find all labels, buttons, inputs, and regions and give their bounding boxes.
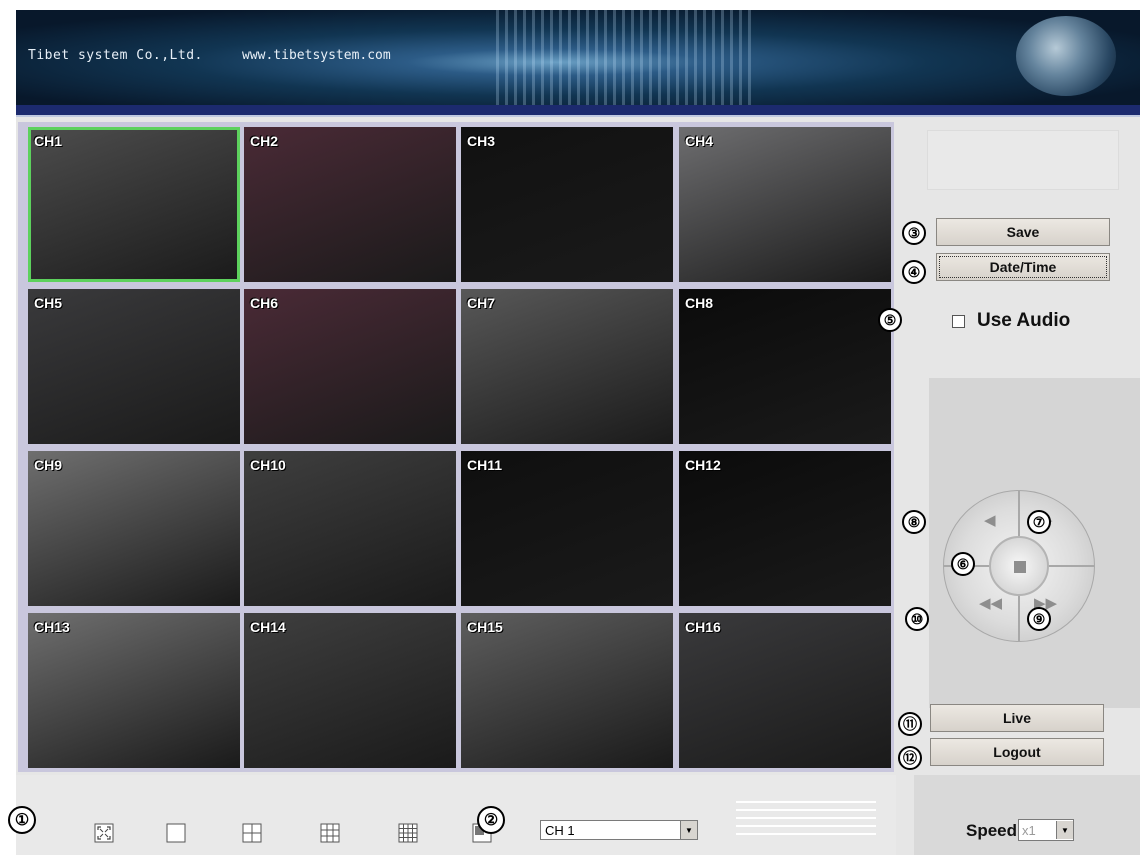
- stop-icon: [1014, 561, 1026, 573]
- channel-label: CH8: [685, 295, 714, 311]
- channel-label: CH6: [250, 295, 279, 311]
- channel-tile-ch13[interactable]: CH13: [28, 613, 240, 768]
- company-website: www.tibetsystem.com: [242, 48, 391, 63]
- quad-layout-icon[interactable]: [242, 823, 262, 843]
- channel-label: CH9: [34, 457, 63, 473]
- channel-tile-ch1[interactable]: CH1: [28, 127, 240, 282]
- channel-tile-ch2[interactable]: CH2: [244, 127, 456, 282]
- channel-label: CH10: [250, 457, 286, 473]
- globe-graphic: [1016, 16, 1116, 96]
- marker-12: ⑫: [898, 746, 922, 770]
- channel-tile-ch5[interactable]: CH5: [28, 289, 240, 444]
- use-audio-control[interactable]: Use Audio: [952, 310, 1070, 332]
- bottom-toolbar: CH 1 ▼ Speed x1 ▼: [16, 775, 1140, 855]
- marker-7: ⑦: [1027, 510, 1051, 534]
- channel-label: CH4: [685, 133, 714, 149]
- channel-tile-ch16[interactable]: CH16: [679, 613, 891, 768]
- marker-8: ⑧: [902, 510, 926, 534]
- speed-label: Speed: [966, 821, 1018, 840]
- marker-3: ③: [902, 221, 926, 245]
- marker-9: ⑨: [1027, 607, 1051, 631]
- live-button[interactable]: Live: [930, 704, 1104, 732]
- save-button[interactable]: Save: [936, 218, 1110, 246]
- channel-label: CH11: [467, 457, 503, 473]
- use-audio-label: Use Audio: [977, 310, 1071, 331]
- header-banner: Tibet system Co.,Ltd. www.tibetsystem.co…: [16, 10, 1140, 105]
- channel-tile-ch9[interactable]: CH9: [28, 451, 240, 606]
- channel-tile-ch15[interactable]: CH15: [461, 613, 673, 768]
- speed-chevron-down-icon[interactable]: ▼: [1056, 821, 1073, 839]
- channel-tile-ch10[interactable]: CH10: [244, 451, 456, 606]
- play-reverse-icon[interactable]: ◀: [984, 511, 996, 529]
- channel-tile-ch3[interactable]: CH3: [461, 127, 673, 282]
- nine-split-layout-icon[interactable]: [320, 823, 340, 843]
- stop-button[interactable]: [989, 536, 1049, 596]
- channel-label: CH2: [250, 133, 279, 149]
- channel-tile-ch6[interactable]: CH6: [244, 289, 456, 444]
- channel-select[interactable]: CH 1 ▼: [540, 820, 698, 840]
- marker-6: ⑥: [951, 552, 975, 576]
- fast-reverse-icon[interactable]: ◀◀: [979, 594, 1002, 612]
- channel-label: CH12: [685, 457, 721, 473]
- sixteen-split-layout-icon[interactable]: [398, 823, 418, 843]
- channel-grid: CH1 CH2 CH3 CH4 CH5 CH6 CH7 CH8 CH9 CH10 CH11 CH12 C…: [18, 122, 894, 772]
- channel-label: CH1: [34, 133, 63, 149]
- channel-label: CH5: [34, 295, 63, 311]
- fullscreen-layout-icon[interactable]: [94, 823, 114, 843]
- channel-tile-ch7[interactable]: CH7: [461, 289, 673, 444]
- speed-panel: Speed x1 ▼: [914, 775, 1140, 855]
- marker-4: ④: [902, 260, 926, 284]
- marker-2: ②: [477, 806, 505, 834]
- channel-label: CH7: [467, 295, 496, 311]
- channel-select-value: CH 1: [545, 822, 575, 838]
- channel-label: CH14: [250, 619, 286, 635]
- channel-tile-ch14[interactable]: CH14: [244, 613, 456, 768]
- layout-toolbar: CH 1 ▼: [16, 775, 896, 855]
- logout-button[interactable]: Logout: [930, 738, 1104, 766]
- channel-label: CH3: [467, 133, 496, 149]
- channel-label: CH16: [685, 619, 721, 635]
- header-underline: [16, 105, 1140, 117]
- banner-light-rays: [496, 10, 756, 105]
- dvr-web-client: Tibet system Co.,Ltd. www.tibetsystem.co…: [16, 10, 1140, 855]
- single-layout-icon[interactable]: [166, 823, 186, 843]
- channel-label: CH15: [467, 619, 503, 635]
- right-control-panel: ③ Save ④ Date/Time ⑤ Use Audio ⑪ Live ⑫ …: [878, 122, 1140, 772]
- marker-11: ⑪: [898, 712, 922, 736]
- channel-tile-ch11[interactable]: CH11: [461, 451, 673, 606]
- chevron-down-icon[interactable]: ▼: [680, 821, 697, 839]
- channel-tile-ch12[interactable]: CH12: [679, 451, 891, 606]
- company-name: Tibet system Co.,Ltd.: [28, 48, 203, 63]
- channel-label: CH13: [34, 619, 70, 635]
- channel-tile-ch8[interactable]: CH8: [679, 289, 891, 444]
- marker-10: ⑩: [905, 607, 929, 631]
- speed-select[interactable]: x1 ▼: [1018, 819, 1074, 841]
- status-lines: [736, 801, 876, 837]
- datetime-button[interactable]: Date/Time: [936, 253, 1110, 281]
- marker-1: ①: [8, 806, 36, 834]
- use-audio-checkbox[interactable]: [952, 314, 965, 328]
- marker-5: ⑤: [878, 308, 902, 332]
- info-box: [927, 130, 1119, 190]
- channel-tile-ch4[interactable]: CH4: [679, 127, 891, 282]
- speed-select-value: x1: [1022, 822, 1036, 838]
